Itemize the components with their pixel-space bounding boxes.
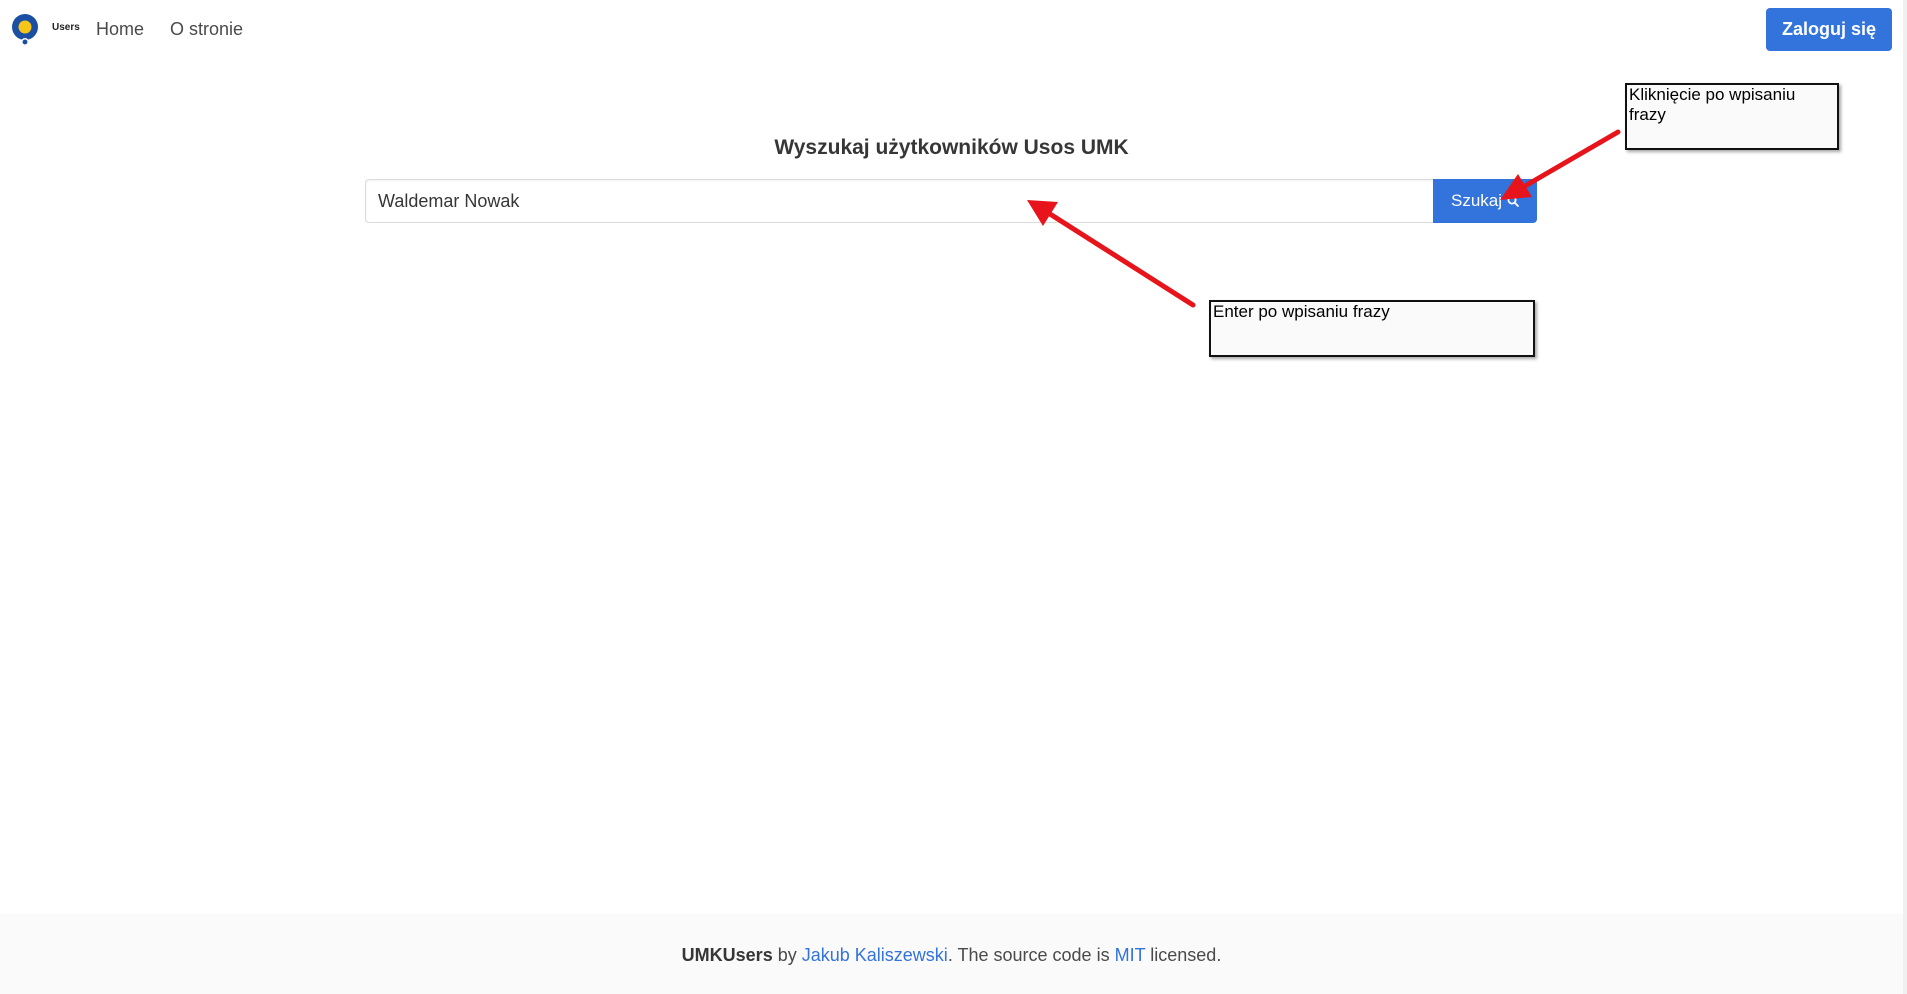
nav-link-home[interactable]: Home [96, 19, 144, 40]
footer-by: by [777, 945, 797, 965]
scrollbar[interactable] [1903, 0, 1907, 994]
footer-brand: UMKUsers [681, 945, 773, 965]
annotation-click: Kliknięcie po wpisaniu frazy [1625, 83, 1839, 150]
annotation-enter: Enter po wpisaniu frazy [1209, 300, 1535, 357]
footer: UMKUsers by Jakub Kaliszewski. The sourc… [0, 914, 1903, 994]
search-input[interactable] [365, 179, 1434, 223]
navbar: Users Home O stronie Zaloguj się [0, 0, 1907, 60]
footer-text: UMKUsers by Jakub Kaliszewski. The sourc… [0, 945, 1903, 966]
footer-author-link[interactable]: Jakub Kaliszewski [802, 945, 948, 965]
logo-icon [12, 14, 38, 46]
search-icon [1507, 195, 1519, 207]
login-button[interactable]: Zaloguj się [1766, 8, 1892, 51]
search-button-label: Szukaj [1450, 191, 1503, 210]
page-title: Wyszukaj użytkowników Usos UMK [774, 136, 1129, 159]
logo[interactable]: Users [11, 13, 80, 47]
footer-middle: . The source code is [947, 945, 1110, 965]
logo-text: Users [52, 22, 80, 33]
footer-end: licensed. [1150, 945, 1222, 965]
nav-link-about[interactable]: O stronie [170, 19, 243, 40]
search-button[interactable]: Szukaj [1433, 179, 1537, 223]
footer-license-link[interactable]: MIT [1115, 945, 1146, 965]
